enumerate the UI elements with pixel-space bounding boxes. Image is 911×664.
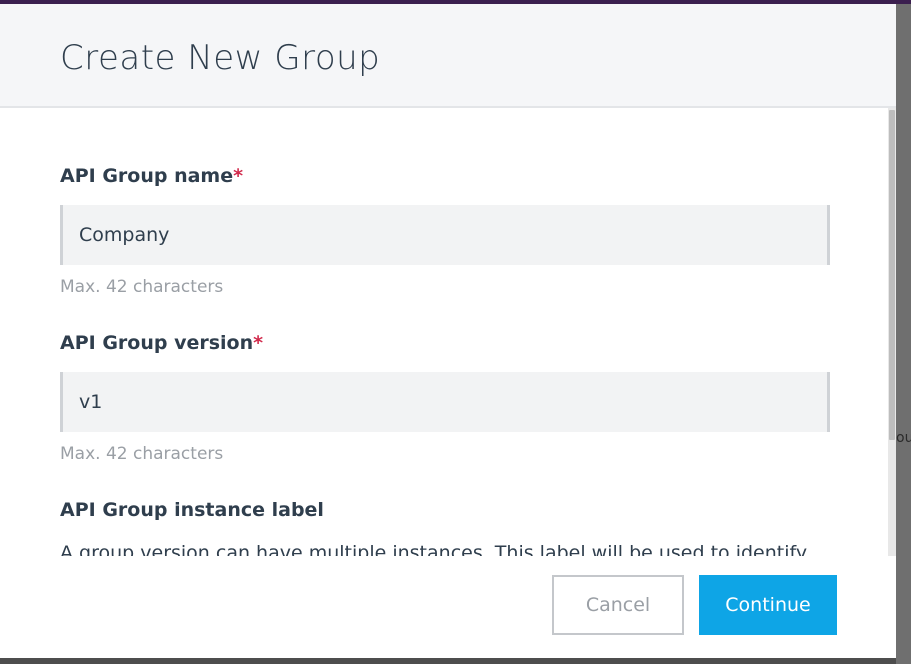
group-name-label-text: API Group name <box>60 165 234 187</box>
group-name-hint: Max. 42 characters <box>60 277 224 297</box>
group-name-label: API Group name* <box>60 165 243 187</box>
group-version-label-text: API Group version <box>60 332 254 354</box>
required-mark: * <box>253 332 264 354</box>
continue-button[interactable]: Continue <box>699 575 837 635</box>
instance-label-description: A group version can have multiple instan… <box>60 542 808 556</box>
group-version-hint: Max. 42 characters <box>60 444 224 464</box>
group-name-input[interactable] <box>60 205 830 265</box>
dialog-header: Create New Group <box>0 4 896 108</box>
backdrop-page <box>896 4 911 664</box>
dialog-scrollbar-thumb[interactable] <box>889 110 895 440</box>
backdrop-partial-text: ou <box>896 430 911 446</box>
dialog-title: Create New Group <box>60 38 381 78</box>
create-group-dialog: Create New Group API Group name* Max. 42… <box>0 4 896 658</box>
required-mark: * <box>233 165 244 187</box>
group-version-input[interactable] <box>60 372 830 432</box>
group-version-label: API Group version* <box>60 332 263 354</box>
cancel-button[interactable]: Cancel <box>552 575 684 635</box>
dialog-footer: Cancel Continue <box>0 556 896 658</box>
dialog-body[interactable]: API Group name* Max. 42 characters API G… <box>0 108 888 556</box>
instance-label-heading: API Group instance label <box>60 499 324 521</box>
